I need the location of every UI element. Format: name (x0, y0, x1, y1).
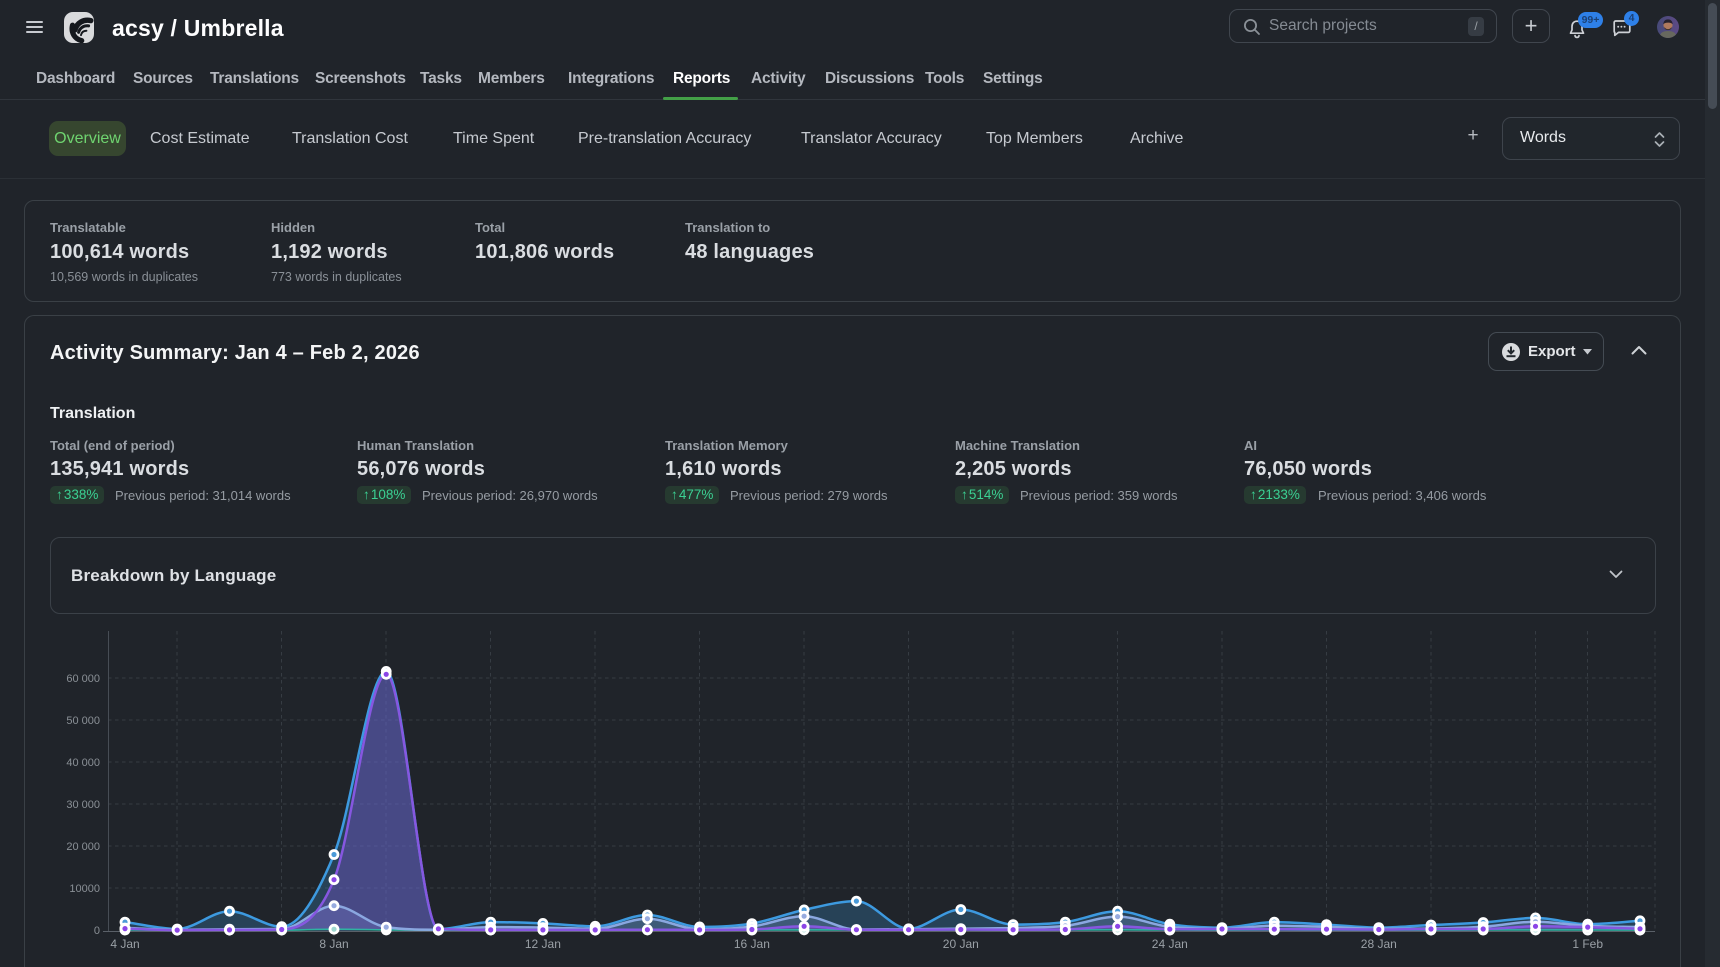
svg-text:24 Jan: 24 Jan (1152, 937, 1188, 951)
svg-text:16 Jan: 16 Jan (734, 937, 770, 951)
svg-text:20 Jan: 20 Jan (943, 937, 979, 951)
svg-text:30 000: 30 000 (66, 799, 100, 811)
svg-text:12 Jan: 12 Jan (525, 937, 561, 951)
svg-text:60 000: 60 000 (66, 673, 100, 685)
svg-text:8 Jan: 8 Jan (319, 937, 348, 951)
svg-text:1 Feb: 1 Feb (1572, 937, 1603, 951)
svg-text:10000: 10000 (69, 883, 100, 895)
svg-text:50 000: 50 000 (66, 715, 100, 727)
svg-text:4 Jan: 4 Jan (110, 937, 139, 951)
svg-text:28 Jan: 28 Jan (1361, 937, 1397, 951)
svg-text:0: 0 (94, 925, 100, 937)
svg-text:40 000: 40 000 (66, 757, 100, 769)
svg-text:20 000: 20 000 (66, 841, 100, 853)
